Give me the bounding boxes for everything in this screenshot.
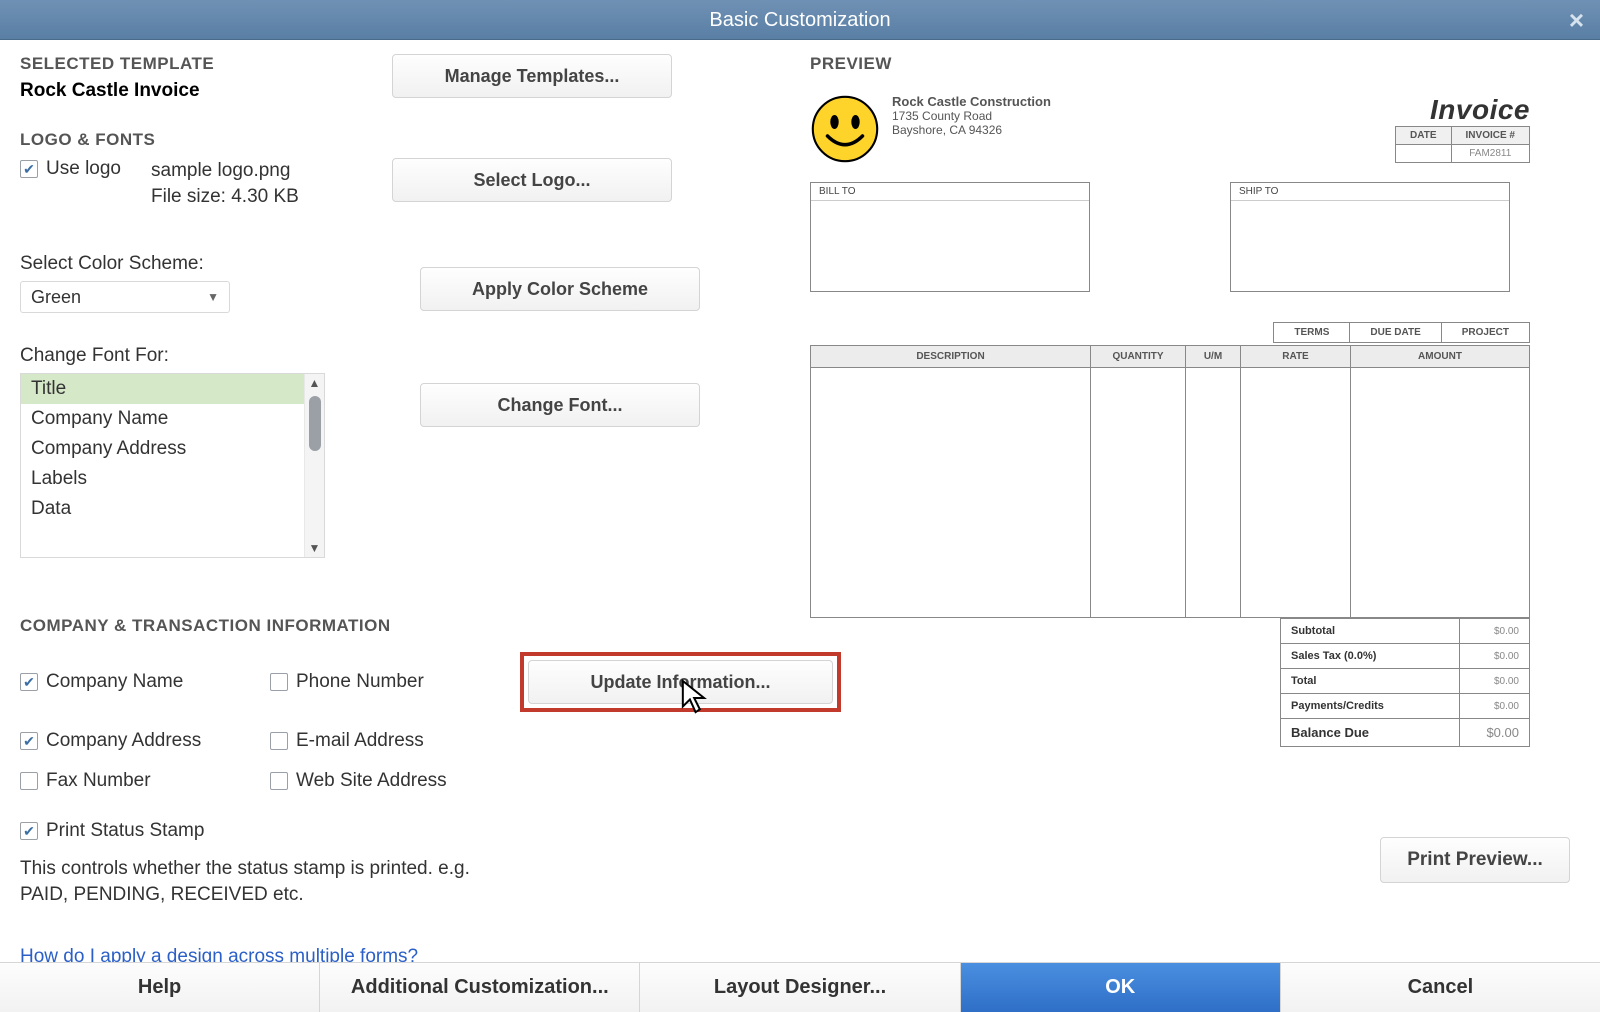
preview-label: PREVIEW (810, 54, 1570, 74)
smiley-icon (810, 94, 880, 164)
cancel-button[interactable]: Cancel (1281, 963, 1600, 1012)
checkbox-icon[interactable] (20, 822, 38, 840)
company-info-label: COMPANY & TRANSACTION INFORMATION (20, 616, 792, 636)
font-item-company-name[interactable]: Company Name (21, 404, 324, 434)
print-status-stamp-checkbox[interactable]: Print Status Stamp (20, 820, 204, 842)
checkbox-icon[interactable] (270, 772, 288, 790)
layout-designer-button[interactable]: Layout Designer... (640, 963, 960, 1012)
pv-shipto-box: SHIP TO (1230, 182, 1510, 292)
pv-date-inv-table: DATEINVOICE # FAM2811 (1395, 126, 1530, 163)
pv-address1: 1735 County Road (892, 109, 1051, 123)
logo-fonts-label: LOGO & FONTS (20, 130, 792, 150)
window-title: Basic Customization (709, 9, 890, 31)
pv-items-table: DESCRIPTION QUANTITY U/M RATE AMOUNT (810, 345, 1530, 618)
status-note-1: This controls whether the status stamp i… (20, 856, 620, 882)
scroll-thumb[interactable] (309, 396, 321, 451)
help-button[interactable]: Help (0, 963, 320, 1012)
font-item-company-address[interactable]: Company Address (21, 434, 324, 464)
color-scheme-dropdown[interactable]: Green ▼ (20, 281, 230, 313)
pv-billto-box: BILL TO (810, 182, 1090, 292)
email-checkbox[interactable]: E-mail Address (270, 730, 520, 752)
scroll-down-icon[interactable]: ▼ (309, 539, 321, 557)
pv-address2: Bayshore, CA 94326 (892, 123, 1051, 137)
checkbox-icon[interactable] (20, 772, 38, 790)
invoice-preview: Rock Castle Construction 1735 County Roa… (810, 94, 1530, 747)
use-logo-checkbox[interactable]: Use logo (20, 158, 121, 180)
bottom-bar: Help Additional Customization... Layout … (0, 962, 1600, 1012)
font-listbox[interactable]: Title Company Name Company Address Label… (20, 373, 325, 558)
titlebar: Basic Customization × (0, 0, 1600, 40)
checkbox-icon[interactable] (270, 673, 288, 691)
select-logo-button[interactable]: Select Logo... (392, 158, 672, 202)
logo-filesize: File size: 4.30 KB (151, 184, 299, 210)
pv-company-name: Rock Castle Construction (892, 94, 1051, 109)
pv-terms-table: TERMS DUE DATE PROJECT (810, 322, 1530, 343)
print-preview-button[interactable]: Print Preview... (1380, 837, 1570, 883)
font-item-title[interactable]: Title (21, 374, 324, 404)
company-name-checkbox[interactable]: Company Name (20, 671, 270, 693)
chevron-down-icon: ▼ (207, 290, 219, 304)
ok-button[interactable]: OK (961, 963, 1281, 1012)
additional-customization-button[interactable]: Additional Customization... (320, 963, 640, 1012)
close-icon[interactable]: × (1569, 0, 1584, 40)
checkbox-icon[interactable] (20, 732, 38, 750)
checkbox-icon[interactable] (20, 673, 38, 691)
change-font-label: Change Font For: (20, 345, 420, 367)
use-logo-label: Use logo (46, 158, 121, 180)
phone-checkbox[interactable]: Phone Number (270, 671, 520, 693)
logo-filename: sample logo.png (151, 158, 299, 184)
scroll-up-icon[interactable]: ▲ (309, 374, 321, 392)
website-checkbox[interactable]: Web Site Address (270, 770, 520, 792)
manage-templates-button[interactable]: Manage Templates... (392, 54, 672, 98)
color-scheme-label: Select Color Scheme: (20, 253, 420, 275)
apply-color-scheme-button[interactable]: Apply Color Scheme (420, 267, 700, 311)
change-font-button[interactable]: Change Font... (420, 383, 700, 427)
checkbox-icon[interactable] (270, 732, 288, 750)
fax-checkbox[interactable]: Fax Number (20, 770, 270, 792)
font-item-labels[interactable]: Labels (21, 464, 324, 494)
pv-invoice-title: Invoice (1395, 94, 1530, 126)
selected-template-label: SELECTED TEMPLATE (20, 54, 214, 74)
template-name: Rock Castle Invoice (20, 80, 214, 102)
status-note-2: PAID, PENDING, RECEIVED etc. (20, 882, 620, 908)
company-address-checkbox[interactable]: Company Address (20, 730, 270, 752)
scrollbar[interactable]: ▲ ▼ (304, 374, 324, 557)
checkbox-icon[interactable] (20, 160, 38, 178)
color-scheme-value: Green (31, 287, 81, 308)
pv-totals-table: Subtotal$0.00 Sales Tax (0.0%)$0.00 Tota… (1280, 618, 1530, 747)
font-item-data[interactable]: Data (21, 494, 324, 524)
highlight-box: Update Information... (520, 652, 841, 712)
update-information-button[interactable]: Update Information... (528, 660, 833, 704)
